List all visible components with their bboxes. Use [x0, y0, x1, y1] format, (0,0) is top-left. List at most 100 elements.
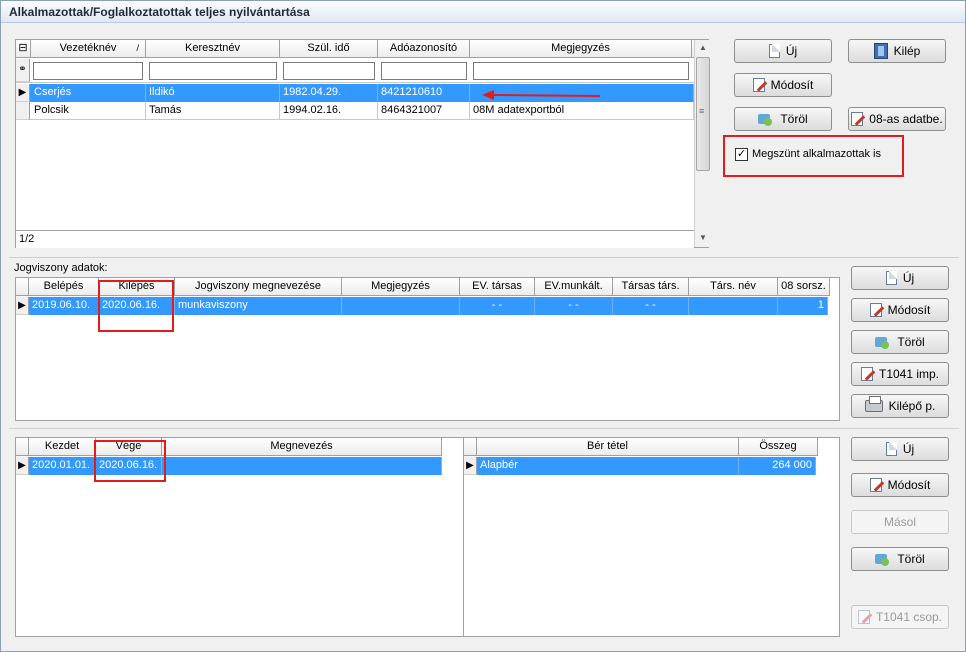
new-period-button[interactable]: Új [851, 437, 949, 461]
header-entry[interactable]: Belépés [29, 278, 99, 296]
new-employment-label: Új [902, 271, 915, 285]
scroll-up-icon[interactable]: ▲ [695, 40, 711, 56]
table-row[interactable]: ▶ 2020.01.01. 2020.06.16. [16, 457, 442, 475]
filter-lastname-input[interactable] [33, 62, 143, 80]
cell-ev-partner: - - [460, 297, 535, 315]
scroll-down-icon[interactable]: ▼ [695, 230, 711, 246]
filter-firstname-input[interactable] [149, 62, 277, 80]
delete-employment-button[interactable]: Töröl [851, 330, 949, 354]
cell-taxid: 8464321007 [378, 102, 470, 120]
delete-period-label: Töröl [897, 552, 925, 566]
header-lastname-label: Vezetéknév [59, 42, 117, 54]
exit-button[interactable]: Kilép [848, 39, 946, 63]
divider [9, 257, 959, 258]
header-note[interactable]: Megjegyzés [470, 40, 692, 58]
table-row[interactable]: ▶ Alapbér 264 000 [464, 457, 816, 475]
import-icon [860, 367, 873, 381]
delete-icon [758, 112, 774, 126]
import-icon [857, 610, 870, 624]
header-ev-partner[interactable]: EV. társas [460, 278, 535, 296]
cell-relation: munkaviszony [175, 297, 342, 315]
delete-period-button[interactable]: Töröl [851, 547, 949, 571]
cell-lastname: Polcsik [31, 102, 146, 120]
delete-employee-button[interactable]: Töröl [734, 107, 832, 131]
annotation-arrow [482, 90, 601, 100]
cell-ev-employer: - - [535, 297, 613, 315]
import-08-label: 08-as adatbe. [869, 112, 943, 126]
header-note[interactable]: Megjegyzés [342, 278, 460, 296]
modify-employee-button[interactable]: Módosít [734, 73, 832, 97]
row-indicator-icon: ▶ [16, 84, 30, 102]
header-taxid[interactable]: Adóazonosító [378, 40, 470, 58]
delete-icon [875, 552, 891, 566]
new-employee-button[interactable]: Új [734, 39, 832, 63]
scrollbar-thumb[interactable]: ≡ [696, 57, 710, 171]
header-wage-item[interactable]: Bér tétel [477, 438, 739, 456]
cell-note [342, 297, 460, 315]
header-partner-company[interactable]: Társas társ. [613, 278, 689, 296]
header-start[interactable]: Kezdet [29, 438, 96, 456]
annotation-box-checkbox [723, 135, 904, 177]
periods-grid: Kezdet Vége Megnevezés ▶ 2020.01.01. 202… [15, 437, 464, 637]
row-indicator-icon: ▶ [16, 457, 29, 475]
employees-grid-header: ⊟ Vezetéknév / Keresztnév Szül. idő Adóa… [16, 40, 694, 58]
new-employment-button[interactable]: Új [851, 266, 949, 290]
header-amount[interactable]: Összeg [739, 438, 818, 456]
t1041-group-button[interactable]: T1041 csop. [851, 605, 949, 629]
import-08-button[interactable]: 08-as adatbe. [848, 107, 946, 131]
cell-partner-name [689, 297, 778, 315]
wages-grid: Bér tétel Összeg ▶ Alapbér 264 000 [463, 437, 840, 637]
divider [9, 428, 959, 429]
filter-note-input[interactable] [473, 62, 689, 80]
wages-grid-header: Bér tétel Összeg [464, 438, 818, 456]
row-indicator-icon: ▶ [16, 297, 29, 315]
filter-taxid-input[interactable] [381, 62, 467, 80]
modify-employment-label: Módosít [887, 303, 931, 317]
modify-employment-button[interactable]: Módosít [851, 298, 949, 322]
header-partner-name[interactable]: Társ. név [689, 278, 778, 296]
delete-employment-label: Töröl [897, 335, 925, 349]
main-window: Alkalmazottak/Foglalkoztatottak teljes n… [0, 0, 966, 652]
header-corner [464, 438, 477, 456]
header-08-serial[interactable]: 08 sorsz. [778, 278, 830, 296]
copy-button[interactable]: Másol [851, 510, 949, 534]
exit-door-icon [873, 43, 888, 59]
employees-scrollbar[interactable]: ▲ ≡ ▼ [694, 40, 711, 247]
exit-paper-button[interactable]: Kilépő p. [851, 394, 949, 418]
header-birthdate[interactable]: Szül. idő [280, 40, 378, 58]
cell-birthdate: 1994.02.16. [280, 102, 378, 120]
import-icon [851, 112, 864, 126]
cell-firstname: Ildikó [146, 84, 280, 102]
printer-icon [864, 396, 883, 412]
new-employee-label: Új [785, 44, 798, 58]
header-firstname[interactable]: Keresztnév [146, 40, 280, 58]
binoculars-icon[interactable]: ⚭ [16, 59, 30, 82]
header-name[interactable]: Megnevezés [162, 438, 442, 456]
cell-partner-company: - - [613, 297, 689, 315]
cell-lastname: Cserjés [31, 84, 146, 102]
copy-label: Másol [883, 515, 916, 529]
t1041-import-button[interactable]: T1041 imp. [851, 362, 949, 386]
row-indicator-empty [16, 102, 30, 120]
edit-icon [869, 478, 882, 492]
header-ev-employer[interactable]: EV.munkált. [535, 278, 613, 296]
filter-row: ⚭ [16, 59, 694, 83]
column-chooser-icon[interactable]: ⊟ [16, 40, 31, 58]
delete-employee-label: Töröl [780, 112, 808, 126]
header-corner [16, 278, 29, 296]
exit-paper-label: Kilépő p. [888, 399, 936, 413]
modify-employee-label: Módosít [770, 78, 814, 92]
modify-period-label: Módosít [887, 478, 931, 492]
exit-label: Kilép [893, 44, 921, 58]
table-row[interactable]: Polcsik Tamás 1994.02.16. 8464321007 08M… [16, 102, 694, 120]
modify-period-button[interactable]: Módosít [851, 473, 949, 497]
cell-note: 08M adatexportból [470, 102, 694, 120]
header-lastname[interactable]: Vezetéknév / [31, 40, 146, 58]
filter-birthdate-input[interactable] [283, 62, 375, 80]
periods-grid-header: Kezdet Vége Megnevezés [16, 438, 442, 456]
new-document-icon [768, 44, 780, 58]
grip-icon: ≡ [699, 106, 705, 116]
annotation-box-end-date [94, 440, 166, 482]
cell-08-serial: 1 [778, 297, 828, 315]
header-relation[interactable]: Jogviszony megnevezése [175, 278, 342, 296]
